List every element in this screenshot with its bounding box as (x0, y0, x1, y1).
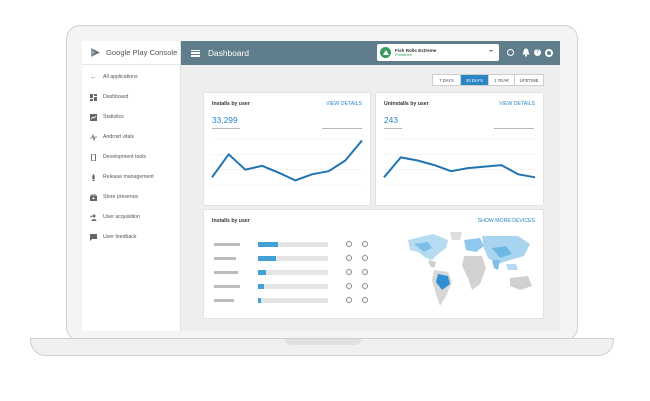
card-title: Installs by user (212, 218, 250, 224)
sidebar-item-label: User feedback (103, 234, 137, 240)
device-label-placeholder (214, 257, 236, 260)
chevron-down-icon (489, 50, 493, 52)
account-icon[interactable] (545, 49, 553, 57)
radio-button[interactable] (362, 241, 368, 247)
installs-line-chart (211, 138, 363, 186)
app-icon (380, 47, 391, 58)
view-details-link[interactable]: VIEW DETAILS (326, 101, 362, 107)
radio-button[interactable] (346, 283, 352, 289)
tab-30-days[interactable]: 30 DAYS (460, 75, 488, 85)
sidebar-item-label: Development tools (103, 154, 146, 160)
info-icon[interactable] (507, 49, 514, 56)
sidebar: Google Play Console ← All applications D… (82, 41, 181, 331)
play-console-logo-icon (91, 48, 100, 57)
tab-1-year[interactable]: 1 YEAR (488, 75, 514, 85)
sidebar-item-release-management[interactable]: Release management (82, 167, 180, 187)
share-bar-fill (258, 284, 264, 289)
share-bar-track (258, 284, 328, 289)
laptop-screen: Google Play Console ← All applications D… (82, 41, 560, 331)
sidebar-item-label: Store presence (103, 194, 139, 200)
radio-button[interactable] (346, 297, 352, 303)
help-icon[interactable]: ? (534, 49, 541, 56)
share-bar-fill (258, 256, 277, 261)
sidebar-item-user-feedback[interactable]: User feedback (82, 227, 180, 247)
device-label-placeholder (214, 299, 234, 302)
sidebar-item-development-tools[interactable]: Development tools (82, 147, 180, 167)
stat-underline (494, 128, 534, 129)
uninstalls-value: 243 (384, 115, 398, 125)
installs-card: Installs by user VIEW DETAILS 33,299 (204, 93, 370, 205)
devices-card: Installs by user SHOW MORE DEVICES (204, 210, 543, 318)
app-status: Published (395, 52, 412, 57)
feedback-icon (90, 233, 97, 241)
vitals-icon (90, 133, 97, 141)
show-more-devices-link[interactable]: SHOW MORE DEVICES (478, 218, 535, 224)
date-range-tabs: 7 DAYS 30 DAYS 1 YEAR LIFETIME (432, 74, 544, 86)
share-bar-track (258, 242, 328, 247)
share-bar-fill (258, 298, 261, 303)
device-label-placeholder (214, 271, 238, 274)
sidebar-item-label: Android vitals (103, 134, 135, 140)
sidebar-item-label: Release management (103, 174, 154, 180)
phone-icon (90, 153, 97, 161)
user-add-icon (90, 214, 97, 221)
arrow-back-icon: ← (90, 73, 97, 81)
card-title: Uninstalls by user (384, 101, 429, 107)
radio-button[interactable] (346, 269, 352, 275)
share-bar-fill (258, 270, 267, 275)
series-line (211, 139, 363, 182)
store-icon (90, 193, 97, 201)
stat-underline (322, 128, 362, 129)
uninstalls-card: Uninstalls by user VIEW DETAILS 243 (376, 93, 543, 205)
device-label-placeholder (214, 285, 240, 288)
sidebar-item-label: User acquisition (103, 214, 140, 220)
sidebar-item-label: Statistics (103, 114, 124, 120)
app-selector[interactable]: Fish Rolls Extreme Published (377, 44, 499, 61)
sidebar-item-store-presence[interactable]: Store presence (82, 187, 180, 207)
bell-icon[interactable] (522, 48, 530, 57)
dashboard-icon (90, 93, 97, 101)
sidebar-item-user-acquisition[interactable]: User acquisition (82, 207, 180, 227)
radio-button[interactable] (346, 255, 352, 261)
radio-button[interactable] (362, 255, 368, 261)
radio-button[interactable] (362, 297, 368, 303)
device-label-placeholder (214, 243, 240, 246)
radio-button[interactable] (362, 269, 368, 275)
series-line (383, 156, 536, 179)
menu-icon[interactable] (191, 49, 200, 57)
tab-7-days[interactable]: 7 DAYS (433, 75, 460, 85)
tab-lifetime[interactable]: LIFETIME (514, 75, 543, 85)
sidebar-item-label: Dashboard (103, 94, 129, 100)
brand-name: Google Play Console (106, 48, 178, 57)
sidebar-item-all-applications[interactable]: ← All applications (82, 67, 180, 87)
uninstalls-line-chart (383, 138, 536, 186)
sidebar-item-dashboard[interactable]: Dashboard (82, 87, 180, 107)
share-bar-track (258, 270, 328, 275)
laptop-notch (285, 339, 361, 345)
top-app-bar: Dashboard Fish Rolls Extreme Published ? (181, 41, 560, 65)
sidebar-item-android-vitals[interactable]: Android vitals (82, 127, 180, 147)
radio-button[interactable] (362, 283, 368, 289)
laptop-mockup: Google Play Console ← All applications D… (0, 0, 650, 401)
sidebar-item-label: All applications (103, 74, 138, 80)
share-bar-track (258, 298, 328, 303)
stat-underline (212, 128, 240, 129)
rocket-icon (90, 173, 97, 181)
stat-underline (384, 128, 402, 129)
installs-value: 33,299 (212, 115, 238, 125)
share-bar-fill (258, 242, 278, 247)
world-map (408, 232, 532, 306)
view-details-link[interactable]: VIEW DETAILS (499, 101, 535, 107)
statistics-icon (90, 113, 97, 121)
page-title: Dashboard (208, 48, 249, 58)
card-title: Installs by user (212, 101, 250, 107)
brand[interactable]: Google Play Console (82, 41, 180, 65)
radio-button[interactable] (346, 241, 352, 247)
share-bar-track (258, 256, 328, 261)
sidebar-item-statistics[interactable]: Statistics (82, 107, 180, 127)
